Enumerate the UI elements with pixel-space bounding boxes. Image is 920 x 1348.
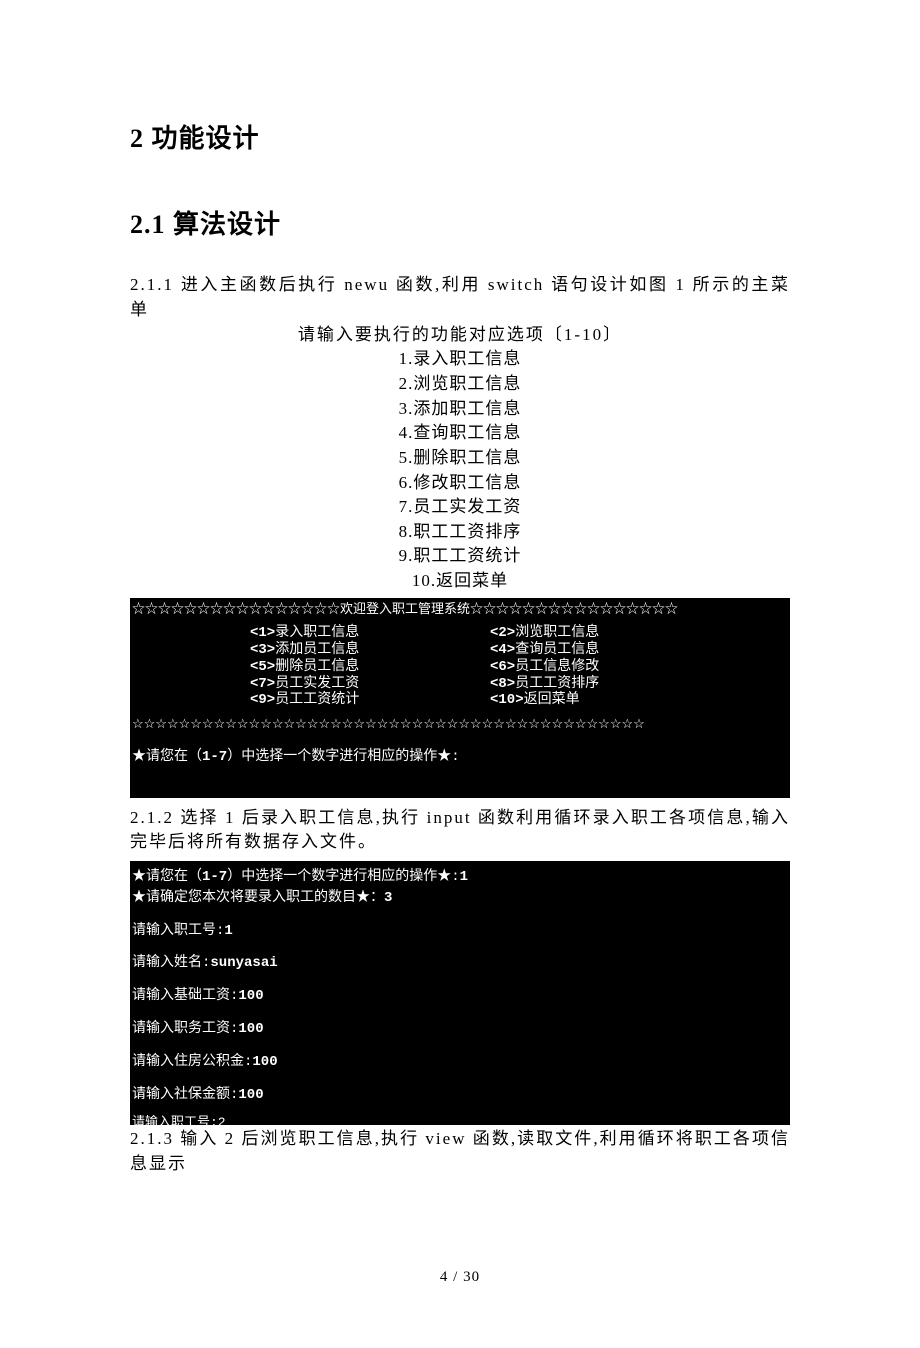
menu-item-7: 7.员工实发工资 <box>399 495 522 520</box>
c2-line-8: 请输入社保金额:100 <box>130 1083 790 1108</box>
menu-item-3: 3.添加职工信息 <box>399 397 522 422</box>
console-prompt-pre: ★请您在（ <box>132 749 202 765</box>
menu-item-9: 9.职工工资统计 <box>399 544 522 569</box>
c2-line-6: 请输入职务工资:100 <box>130 1017 790 1042</box>
console-menu-item: <8>员工工资排序 <box>490 676 670 693</box>
console-menu-item: <1>录入职工信息 <box>250 625 430 642</box>
console-menu-item: <6>员工信息修改 <box>490 659 670 676</box>
console-screenshot-menu: ☆☆☆☆☆☆☆☆☆☆☆☆☆☆☆☆欢迎登入职工管理系统☆☆☆☆☆☆☆☆☆☆☆☆☆☆… <box>130 598 790 798</box>
heading-section-2: 2 功能设计 <box>130 120 790 158</box>
console-prompt-range: 1-7 <box>202 749 227 765</box>
console-menu-item: <2>浏览职工信息 <box>490 625 670 642</box>
c2-line-9-cut: 请输入职工号:2 <box>130 1115 790 1125</box>
console-menu-item: <10>返回菜单 <box>490 692 670 709</box>
c2-line-2: ★请确定您本次将要录入职工的数目★：3 <box>130 890 790 911</box>
menu-item-1: 1.录入职工信息 <box>399 347 522 372</box>
console-prompt: ★请您在（1-7）中选择一个数字进行相应的操作★: <box>132 749 788 766</box>
c2-line-5: 请输入基础工资:100 <box>130 984 790 1009</box>
console-screenshot-input: ★请您在（1-7）中选择一个数字进行相应的操作★:1 ★请确定您本次将要录入职工… <box>130 861 790 1125</box>
menu-item-2: 2.浏览职工信息 <box>399 372 522 397</box>
page-number: 4 / 30 <box>130 1267 790 1289</box>
console-menu-item: <9>员工工资统计 <box>250 692 430 709</box>
paragraph-2-1-1: 2.1.1 进入主函数后执行 newu 函数,利用 switch 语句设计如图 … <box>130 273 790 322</box>
menu-item-4: 4.查询职工信息 <box>399 421 522 446</box>
menu-item-6: 6.修改职工信息 <box>399 471 522 496</box>
paragraph-2-1-2: 2.1.2 选择 1 后录入职工信息,执行 input 函数利用循环录入职工各项… <box>130 806 790 855</box>
menu-item-8: 8.职工工资排序 <box>399 520 522 545</box>
console-menu-item: <5>删除员工信息 <box>250 659 430 676</box>
c2-line-3: 请输入职工号:1 <box>130 919 790 944</box>
console-menu-item: <4>查询员工信息 <box>490 642 670 659</box>
console-menu-grid: <1>录入职工信息 <2>浏览职工信息 <3>添加员工信息 <4>查询员工信息 <5>删… <box>250 625 670 709</box>
console-bottom-stars: ☆☆☆☆☆☆☆☆☆☆☆☆☆☆☆☆☆☆☆☆☆☆☆☆☆☆☆☆☆☆☆☆☆☆☆☆☆☆☆☆… <box>132 717 788 733</box>
console-prompt-post: ）中选择一个数字进行相应的操作★: <box>227 749 459 765</box>
console-title-line: ☆☆☆☆☆☆☆☆☆☆☆☆☆☆☆☆欢迎登入职工管理系统☆☆☆☆☆☆☆☆☆☆☆☆☆☆… <box>132 602 788 618</box>
console-menu-item: <7>员工实发工资 <box>250 676 430 693</box>
console-menu-item: <3>添加员工信息 <box>250 642 430 659</box>
c2-line-7: 请输入住房公积金:100 <box>130 1050 790 1075</box>
c2-line-1: ★请您在（1-7）中选择一个数字进行相应的操作★:1 <box>130 865 790 890</box>
heading-subsection-2-1: 2.1 算法设计 <box>130 206 790 244</box>
menu-list-container: 1.录入职工信息2.浏览职工信息3.添加职工信息4.查询职工信息5.删除职工信息… <box>130 347 790 593</box>
paragraph-2-1-3: 2.1.3 输入 2 后浏览职工信息,执行 view 函数,读取文件,利用循环将… <box>130 1127 790 1176</box>
menu-item-10: 10.返回菜单 <box>130 569 790 594</box>
paragraph-2-1-1-prompt: 请输入要执行的功能对应选项〔1-10〕 <box>130 323 790 348</box>
menu-item-5: 5.删除职工信息 <box>399 446 522 471</box>
c2-line-4: 请输入姓名:sunyasai <box>130 951 790 976</box>
